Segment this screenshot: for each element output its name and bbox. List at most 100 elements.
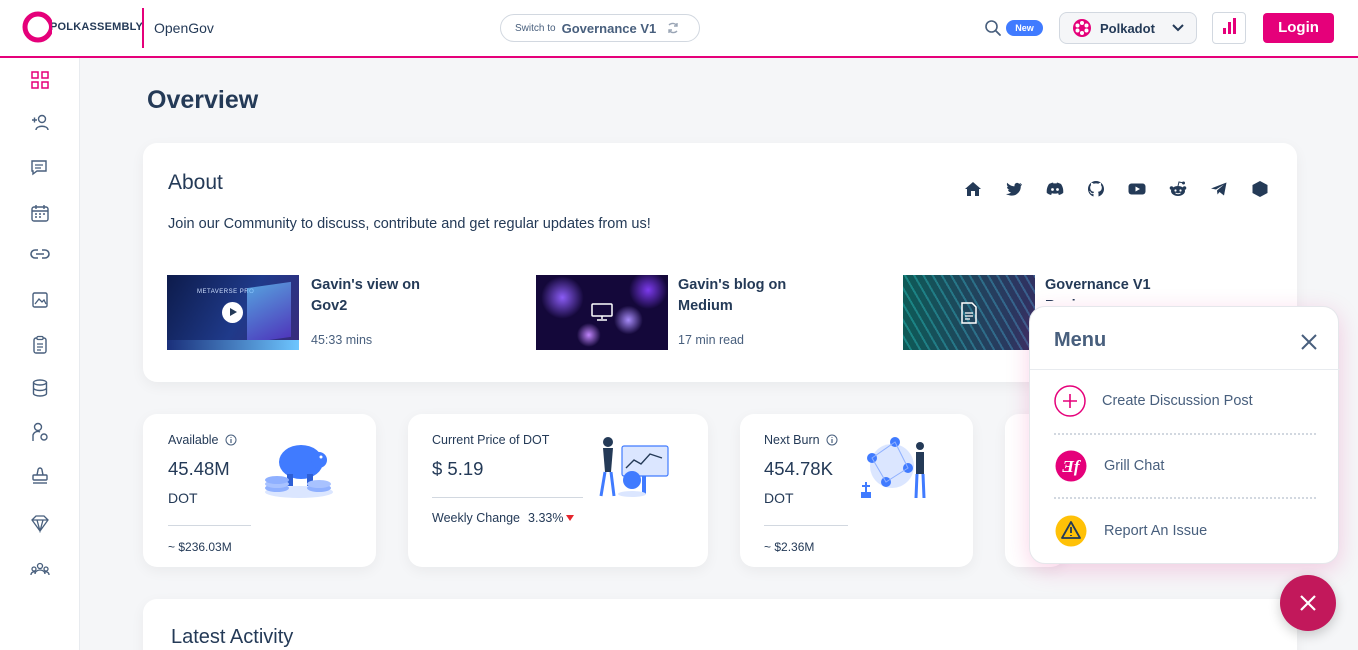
polkadot-icon — [1073, 19, 1091, 37]
add-user-icon[interactable] — [30, 113, 50, 133]
available-unit: DOT — [168, 490, 198, 506]
discussion-icon[interactable] — [30, 158, 50, 178]
available-value: 45.48M — [168, 458, 230, 479]
telegram-icon[interactable] — [1209, 179, 1229, 199]
media-meta: 17 min read — [678, 333, 745, 347]
stat-label: Next Burn — [764, 433, 838, 447]
menu-item-divider — [1054, 433, 1316, 435]
thumbnail-label: METAVERSE PRO — [197, 289, 255, 295]
burn-value: 454.78K — [764, 458, 833, 479]
price-card: Current Price of DOT $ 5.19 Weekly Chang… — [408, 414, 708, 567]
network-dropdown[interactable]: Polkadot — [1059, 12, 1197, 44]
about-title: About — [168, 171, 223, 194]
thumbnail-graph — [167, 340, 299, 350]
menu-popup: Menu Create Discussion Post Ǝf Grill Cha… — [1029, 306, 1340, 564]
switch-big-label: Governance V1 — [561, 20, 657, 36]
media-title[interactable]: Gavin's blog on Medium — [678, 275, 818, 317]
polkassembly-logo[interactable]: POLKASSEMBLY — [22, 10, 143, 44]
media-title[interactable]: Gavin's view on Gov2 — [311, 275, 451, 317]
burn-unit: DOT — [764, 490, 794, 506]
burn-card: Next Burn 454.78K DOT ~ $2.36M — [740, 414, 973, 567]
refresh-icon — [668, 22, 678, 34]
diamond-icon[interactable] — [30, 513, 50, 533]
home-icon[interactable] — [963, 179, 983, 199]
piggy-bank-illustration — [265, 445, 333, 498]
bar-chart-icon — [1232, 18, 1236, 34]
info-icon[interactable] — [826, 434, 838, 446]
grid-icon[interactable] — [30, 70, 50, 90]
grill-chat-item[interactable]: Ǝf Grill Chat — [1054, 444, 1316, 488]
document-icon — [961, 302, 977, 324]
available-usd: ~ $236.03M — [168, 540, 232, 554]
close-icon[interactable] — [1300, 333, 1318, 351]
available-label: Available — [168, 433, 219, 447]
menu-title: Menu — [1054, 329, 1107, 351]
user-settings-icon[interactable] — [30, 422, 50, 442]
burn-label: Next Burn — [764, 433, 820, 447]
warning-icon — [1055, 515, 1087, 547]
top-header: POLKASSEMBLY OpenGov Switch to Governanc… — [0, 0, 1358, 58]
grill-chat-icon: Ǝf — [1055, 450, 1087, 482]
create-discussion-item[interactable]: Create Discussion Post — [1054, 379, 1316, 423]
menu-item-divider — [1054, 497, 1316, 499]
network-label: Polkadot — [1100, 20, 1155, 36]
play-icon — [222, 302, 243, 323]
calendar-icon[interactable] — [30, 203, 50, 223]
clipboard-icon[interactable] — [30, 335, 50, 355]
stat-label: Available — [168, 433, 237, 447]
svg-text:Ǝf: Ǝf — [1062, 457, 1082, 476]
link-icon[interactable] — [30, 244, 50, 264]
people-icon[interactable] — [30, 560, 50, 580]
price-illustration — [599, 437, 669, 497]
stat-divider — [764, 525, 848, 526]
sidebar — [0, 58, 80, 650]
gallery-icon[interactable] — [30, 290, 50, 310]
media-title[interactable]: Governance V1 Basics — [1045, 275, 1185, 301]
switch-governance-button[interactable]: Switch to Governance V1 — [500, 14, 700, 42]
stamp-icon[interactable] — [30, 466, 50, 486]
down-arrow-icon — [566, 515, 575, 521]
monitor-icon — [591, 303, 613, 321]
latest-activity-card: Latest Activity — [143, 599, 1297, 650]
stat-divider — [432, 497, 583, 498]
weekly-change: Weekly Change 3.33% — [432, 511, 575, 525]
logo-text: POLKASSEMBLY — [50, 21, 144, 33]
discord-icon[interactable] — [1045, 179, 1065, 199]
youtube-icon[interactable] — [1127, 179, 1147, 199]
login-button[interactable]: Login — [1263, 13, 1334, 43]
price-label: Current Price of DOT — [432, 433, 550, 447]
burn-illustration — [861, 437, 926, 499]
bar-chart-icon — [1222, 28, 1226, 34]
polkassembly-logo-icon — [22, 11, 52, 43]
weekly-change-label: Weekly Change — [432, 511, 521, 525]
github-icon[interactable] — [1086, 179, 1106, 199]
switch-small-label: Switch to — [515, 22, 556, 34]
database-icon[interactable] — [30, 378, 50, 398]
new-badge: New — [1006, 20, 1043, 36]
menu-divider — [1030, 369, 1340, 370]
weekly-change-value: 3.33% — [528, 511, 564, 525]
thumbnail-screen — [247, 281, 291, 344]
video-thumbnail[interactable]: METAVERSE PRO — [167, 275, 299, 350]
about-subtitle: Join our Community to discuss, contribut… — [168, 216, 651, 232]
reddit-icon[interactable] — [1168, 179, 1188, 199]
available-card: Available 45.48M DOT ~ $236.03M — [143, 414, 376, 567]
menu-item-label: Grill Chat — [1104, 458, 1165, 474]
close-menu-fab[interactable] — [1280, 575, 1336, 631]
report-issue-item[interactable]: Report An Issue — [1054, 509, 1316, 553]
price-value: $ 5.19 — [432, 458, 484, 479]
burn-usd: ~ $2.36M — [764, 540, 815, 554]
menu-item-label: Create Discussion Post — [1102, 393, 1253, 409]
menu-item-label: Report An Issue — [1104, 523, 1208, 539]
cube-icon[interactable] — [1250, 179, 1270, 199]
info-icon[interactable] — [225, 434, 237, 446]
blog-thumbnail[interactable] — [536, 275, 668, 350]
stat-divider — [168, 525, 251, 526]
latest-activity-title: Latest Activity — [171, 626, 294, 648]
twitter-icon[interactable] — [1004, 179, 1024, 199]
search-icon[interactable] — [984, 19, 1002, 37]
media-meta: 45:33 mins — [311, 333, 373, 347]
document-thumbnail[interactable] — [903, 275, 1035, 350]
header-divider — [142, 8, 144, 48]
stats-button[interactable] — [1212, 12, 1246, 44]
